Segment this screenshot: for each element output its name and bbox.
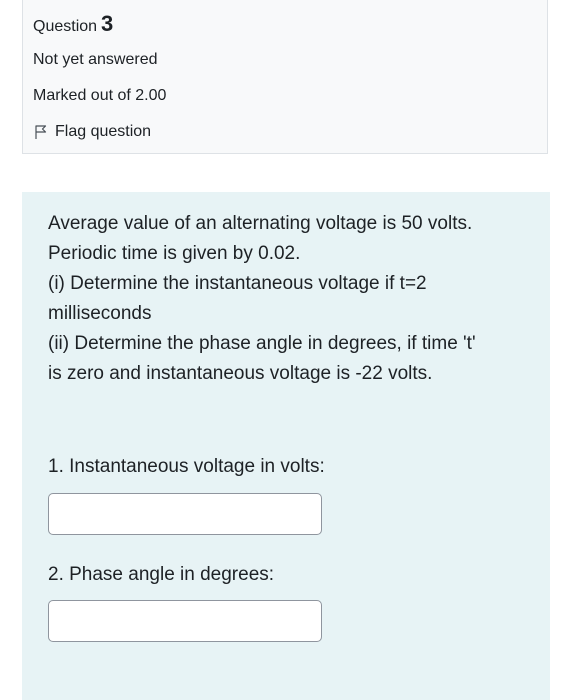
part-1-label: 1. Instantaneous voltage in volts: (48, 456, 325, 477)
answer-state: Not yet answered (33, 51, 158, 68)
question-text-line: Average value of an alternating voltage … (48, 213, 473, 234)
question-text-line: milliseconds (48, 303, 152, 324)
flag-question-link[interactable]: Flag question (33, 122, 151, 142)
instantaneous-voltage-input[interactable] (48, 493, 322, 535)
question-text-line: (ii) Determine the phase angle in degree… (48, 333, 476, 354)
question-text-line: (i) Determine the instantaneous voltage … (48, 273, 427, 294)
flag-question-label: Flag question (55, 123, 152, 140)
question-info-panel: Question 3 Not yet answered Marked out of… (22, 0, 548, 154)
question-text-line: is zero and instantaneous voltage is -22… (48, 363, 433, 384)
question-text-line: Periodic time is given by 0.02. (48, 243, 301, 264)
question-number: 3 (101, 11, 114, 36)
phase-angle-input[interactable] (48, 600, 322, 642)
question-text: Average value of an alternating voltage … (48, 209, 528, 389)
grade-info: Marked out of 2.00 (33, 87, 167, 104)
question-heading: Question 3 (33, 12, 113, 39)
question-label: Question (33, 18, 98, 35)
question-formulation: Average value of an alternating voltage … (22, 192, 550, 700)
part-2-label: 2. Phase angle in degrees: (48, 564, 275, 585)
flag-outline-icon (33, 124, 49, 140)
